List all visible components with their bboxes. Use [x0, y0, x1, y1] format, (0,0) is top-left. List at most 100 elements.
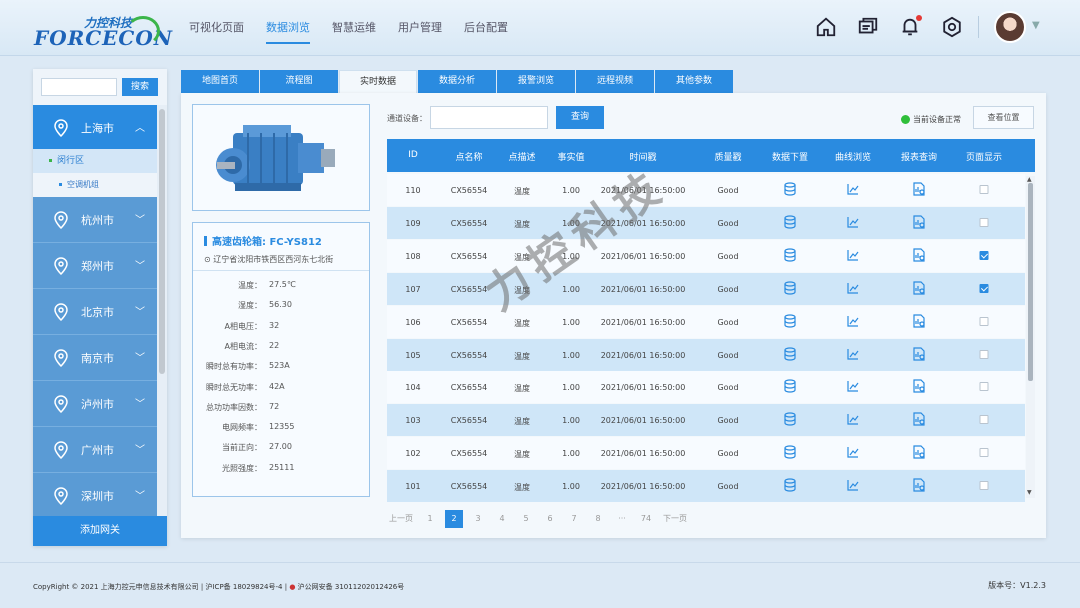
page-display-checkbox[interactable] — [979, 250, 989, 260]
tab-4[interactable]: 报警浏览 — [497, 70, 575, 93]
report-icon[interactable] — [912, 346, 926, 361]
line-chart-icon[interactable] — [846, 347, 860, 361]
tab-2[interactable]: 实时数据 — [339, 70, 417, 93]
pager-item[interactable]: 下一页 — [661, 510, 689, 528]
page-display-checkbox[interactable] — [979, 283, 989, 293]
table-row[interactable]: 109 CX56554 温度 1.00 2021/06/01 16:50:00 Good — [387, 206, 1025, 239]
sidebar-city-0[interactable]: 上海市 ︿ — [33, 105, 157, 151]
table-row[interactable]: 102 CX56554 温度 1.00 2021/06/01 16:50:00 Good — [387, 437, 1025, 470]
pager-item[interactable]: 8 — [589, 510, 607, 528]
page-display-checkbox[interactable] — [979, 185, 989, 194]
footer-left: CopyRight © 2021 上海力控元申信息技术有限公司 | 沪ICP备 … — [33, 582, 404, 592]
report-icon[interactable] — [912, 478, 926, 492]
line-chart-icon[interactable] — [846, 445, 860, 459]
line-chart-icon[interactable] — [846, 412, 860, 426]
sidebar-city-6[interactable]: 广州市 ﹀ — [33, 427, 157, 473]
database-icon[interactable] — [783, 313, 797, 328]
sidebar-city-2[interactable]: 郑州市 ﹀ — [33, 243, 157, 289]
database-icon[interactable] — [783, 379, 797, 393]
line-chart-icon[interactable] — [846, 379, 860, 393]
pager-item[interactable]: 5 — [517, 510, 535, 528]
line-chart-icon[interactable] — [846, 314, 860, 328]
sidebar-city-1[interactable]: 杭州市 ﹀ — [33, 197, 157, 243]
settings-gear-icon[interactable] — [941, 16, 963, 38]
pager-item[interactable]: 7 — [565, 510, 583, 528]
database-icon[interactable] — [783, 346, 797, 361]
page-display-checkbox[interactable] — [979, 448, 989, 458]
sidebar-search-input[interactable] — [41, 78, 117, 96]
line-chart-icon[interactable] — [846, 215, 860, 229]
home-icon[interactable] — [815, 16, 837, 38]
brand-logo[interactable]: 力控科技 FORCECON — [34, 14, 172, 50]
nav-item-3[interactable]: 用户管理 — [398, 0, 442, 56]
report-icon[interactable] — [912, 313, 926, 328]
sidebar-device-aircon[interactable]: 空调机组 — [33, 173, 157, 197]
database-icon[interactable] — [783, 248, 797, 262]
page-display-checkbox[interactable] — [979, 217, 989, 227]
database-icon[interactable] — [783, 182, 797, 196]
database-icon[interactable] — [783, 215, 797, 229]
pager-item[interactable]: 74 — [637, 510, 655, 528]
page-display-checkbox[interactable] — [979, 316, 989, 326]
line-chart-icon[interactable] — [846, 478, 860, 492]
sidebar-city-7[interactable]: 深圳市 ﹀ — [33, 473, 157, 519]
table-scroll-thumb[interactable] — [1028, 183, 1033, 381]
nav-item-1[interactable]: 数据浏览 — [266, 0, 310, 56]
messages-icon[interactable] — [857, 16, 879, 38]
table-row[interactable]: 101 CX56554 温度 1.00 2021/06/01 16:50:00 Good — [387, 470, 1025, 503]
nav-item-0[interactable]: 可视化页面 — [189, 0, 244, 56]
table-row[interactable]: 110 CX56554 温度 1.00 2021/06/01 16:50:00 Good — [387, 174, 1025, 206]
pager-item[interactable]: 3 — [469, 510, 487, 528]
database-icon[interactable] — [783, 281, 797, 295]
pager-item[interactable]: 2 — [445, 510, 463, 528]
sidebar-scroll-thumb[interactable] — [159, 109, 165, 374]
table-row[interactable]: 103 CX56554 温度 1.00 2021/06/01 16:50:00 Good — [387, 404, 1025, 437]
database-icon[interactable] — [783, 412, 797, 426]
add-gateway-button[interactable]: 添加网关 — [33, 516, 167, 546]
line-chart-icon[interactable] — [846, 248, 860, 262]
report-icon[interactable] — [912, 248, 926, 262]
line-chart-icon[interactable] — [846, 281, 860, 295]
table-row[interactable]: 104 CX56554 温度 1.00 2021/06/01 16:50:00 Good — [387, 371, 1025, 404]
pager-item[interactable]: 6 — [541, 510, 559, 528]
user-menu-chevron-icon[interactable]: ▼ — [1032, 20, 1040, 31]
report-icon[interactable] — [912, 182, 926, 196]
tab-3[interactable]: 数据分析 — [418, 70, 496, 93]
table-row[interactable]: 106 CX56554 温度 1.00 2021/06/01 16:50:00 Good — [387, 305, 1025, 338]
scroll-down-icon[interactable]: ▼ — [1027, 489, 1032, 496]
sidebar-city-3[interactable]: 北京市 ﹀ — [33, 289, 157, 335]
report-icon[interactable] — [912, 445, 926, 459]
table-row[interactable]: 105 CX56554 温度 1.00 2021/06/01 16:50:00 Good — [387, 338, 1025, 371]
database-icon[interactable] — [783, 478, 797, 492]
user-avatar[interactable] — [994, 11, 1026, 43]
nav-item-2[interactable]: 智慧运维 — [332, 0, 376, 56]
tab-0[interactable]: 地图首页 — [181, 70, 259, 93]
tab-5[interactable]: 远程视频 — [576, 70, 654, 93]
sidebar-district-minhang[interactable]: 闵行区 — [33, 149, 157, 173]
pager-item[interactable]: 1 — [421, 510, 439, 528]
report-icon[interactable] — [912, 379, 926, 393]
page-display-checkbox[interactable] — [979, 349, 989, 359]
database-icon[interactable] — [783, 445, 797, 459]
page-display-checkbox[interactable] — [979, 382, 989, 392]
report-icon[interactable] — [912, 215, 926, 229]
view-location-button[interactable]: 查看位置 — [973, 106, 1034, 129]
page-display-checkbox[interactable] — [979, 415, 989, 425]
sidebar-city-5[interactable]: 泸州市 ﹀ — [33, 381, 157, 427]
tab-6[interactable]: 其他参数 — [655, 70, 733, 93]
query-button[interactable]: 查询 — [556, 106, 604, 129]
report-icon[interactable] — [912, 281, 926, 295]
sidebar-search-button[interactable]: 搜索 — [122, 78, 158, 96]
tab-1[interactable]: 流程图 — [260, 70, 338, 93]
line-chart-icon[interactable] — [846, 182, 860, 196]
channel-device-input[interactable] — [430, 106, 548, 129]
sidebar-city-4[interactable]: 南京市 ﹀ — [33, 335, 157, 381]
pager-item[interactable]: 上一页 — [387, 510, 415, 528]
page-display-checkbox[interactable] — [979, 481, 989, 491]
scroll-up-icon[interactable]: ▲ — [1027, 176, 1032, 183]
nav-item-4[interactable]: 后台配置 — [464, 0, 508, 56]
notification-bell-icon[interactable] — [899, 15, 922, 38]
report-icon[interactable] — [912, 412, 926, 426]
police-record-text[interactable]: 沪公网安备 31011202012426号 — [298, 583, 405, 591]
pager-item[interactable]: 4 — [493, 510, 511, 528]
